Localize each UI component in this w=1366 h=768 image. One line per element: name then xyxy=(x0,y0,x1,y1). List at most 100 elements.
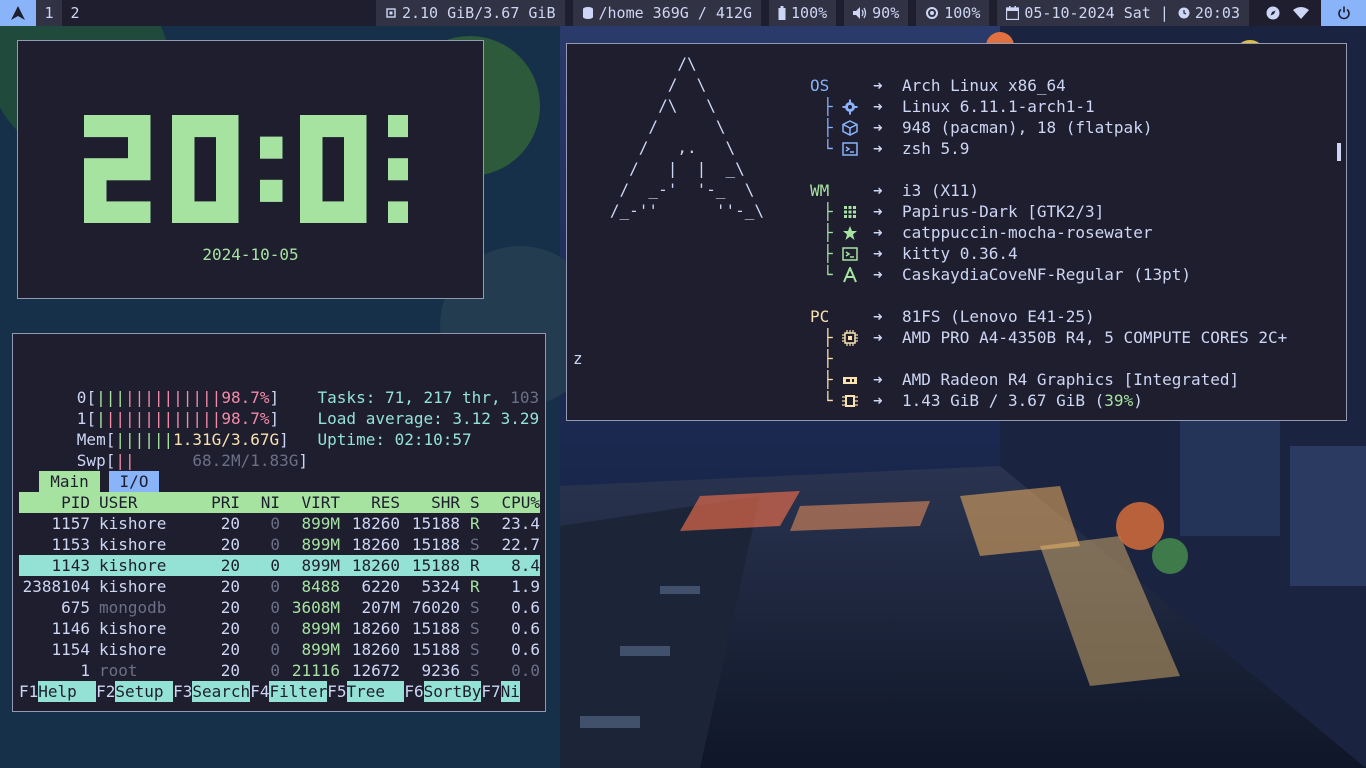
cell-virt: 899M xyxy=(301,535,340,554)
column-header[interactable]: S xyxy=(470,492,480,513)
cell-cpu: 8.4 xyxy=(511,556,540,575)
column-header[interactable]: VIRT xyxy=(280,492,340,513)
table-row[interactable]: 2388104 kishore 20 0 8488 6220 5324 R 1.9 xyxy=(19,576,540,597)
cell-pri: 20 xyxy=(220,514,240,533)
brightness-module[interactable]: 100% xyxy=(916,0,990,26)
shell-prompt: z xyxy=(573,349,583,368)
info-value: catppuccin-mocha-rosewater xyxy=(902,223,1153,242)
fkey-tree-button[interactable]: Tree xyxy=(346,681,405,702)
table-row[interactable]: 1 root 20 0 21116 12672 9236 S 0.0 xyxy=(19,660,540,681)
clock-digit-block xyxy=(106,201,129,223)
power-button[interactable] xyxy=(1321,0,1366,26)
cell-res: 18260 xyxy=(351,514,400,533)
battery-module[interactable]: 100% xyxy=(769,0,837,26)
fkey-help-button[interactable]: Help xyxy=(38,681,97,702)
top-bar: 1 2 2.10 GiB/3.67 GiB /home 369G / 412G … xyxy=(0,0,1366,26)
cell-shr: 15188 xyxy=(411,640,460,659)
tab-io[interactable]: I/O xyxy=(109,471,159,492)
fkey-ni-button[interactable]: Ni xyxy=(500,681,520,702)
cell-s: S xyxy=(470,535,480,554)
table-row[interactable]: 1153 kishore 20 0 899M 18260 15188 S 22.7 xyxy=(19,534,540,555)
fkey-filter-button[interactable]: Filter xyxy=(269,681,328,702)
cell-pri: 20 xyxy=(220,556,240,575)
cell-user: mongodb xyxy=(99,598,167,617)
fastfetch-terminal[interactable]: /\ / \ /\ \ / \ / ,. \ / | | _\ / _-' '-… xyxy=(566,43,1347,421)
arrow-icon: ➜ xyxy=(873,223,883,242)
clock-digit-block xyxy=(300,158,323,181)
gpu-icon xyxy=(842,372,858,388)
disk-module[interactable]: /home 369G / 412G xyxy=(572,0,762,26)
wifi-icon[interactable] xyxy=(1287,0,1315,26)
htop-terminal[interactable]: 0[|||||||||||||98.7%] Tasks: 71, 217 thr… xyxy=(12,333,546,712)
column-header[interactable]: PID xyxy=(19,492,90,513)
clock-digit-block xyxy=(344,115,367,138)
clock-window[interactable]: 2024-10-05 xyxy=(17,40,484,299)
datetime-module[interactable]: 05-10-2024 Sat | 20:03 xyxy=(997,0,1249,26)
table-row[interactable]: 1146 kishore 20 0 899M 18260 15188 S 0.6 xyxy=(19,618,540,639)
clock-digit-block xyxy=(128,201,151,223)
cell-res: 18260 xyxy=(351,619,400,638)
cell-pri: 20 xyxy=(220,577,240,596)
cell-user: kishore xyxy=(99,535,167,554)
grid-icon xyxy=(842,204,858,220)
clock-digit-block xyxy=(216,179,239,202)
fkey-number: F3 xyxy=(173,682,193,701)
column-header[interactable]: PRI xyxy=(210,492,240,513)
tree-branch: └ xyxy=(823,391,833,410)
cell-ni: 0 xyxy=(270,598,280,617)
column-header[interactable]: CPU% xyxy=(480,492,540,513)
fkey-sortby-button[interactable]: SortBy xyxy=(423,681,482,702)
cpu-icon xyxy=(842,330,858,346)
tree-branch: ├ xyxy=(823,202,833,221)
column-header[interactable]: SHR xyxy=(400,492,460,513)
cell-ni: 0 xyxy=(270,640,280,659)
table-row[interactable]: 1143 kishore 20 0 899M 18260 15188 R 8.4 xyxy=(19,555,540,576)
table-row[interactable]: 1157 kishore 20 0 899M 18260 15188 R 23.4 xyxy=(19,513,540,534)
clock-digit-block xyxy=(84,158,107,181)
cell-pid: 1153 xyxy=(51,535,90,554)
cell-shr: 15188 xyxy=(411,619,460,638)
info-value: i3 (X11) xyxy=(902,181,980,200)
table-row[interactable]: 675 mongodb 20 0 3608M 207M 76020 S 0.6 xyxy=(19,597,540,618)
cell-ni: 0 xyxy=(270,619,280,638)
power-icon xyxy=(1337,6,1350,20)
clock-digit-block xyxy=(106,115,129,138)
arrow-icon: ➜ xyxy=(873,265,883,284)
tree-branch: ├ xyxy=(823,328,833,347)
info-section-key: OS xyxy=(810,76,830,95)
time-value: 20:03 xyxy=(1194,4,1240,22)
info-value: Papirus-Dark [GTK2/3] xyxy=(902,202,1105,221)
clock-digit-block xyxy=(106,158,129,181)
cell-ni: 0 xyxy=(270,556,280,575)
cell-user: kishore xyxy=(99,640,167,659)
cell-shr: 76020 xyxy=(411,598,460,617)
fkey-search-button[interactable]: Search xyxy=(192,681,251,702)
fkey-setup-button[interactable]: Setup xyxy=(115,681,174,702)
column-header[interactable]: RES xyxy=(340,492,400,513)
arrow-icon: ➜ xyxy=(873,391,883,410)
cell-res: 18260 xyxy=(351,556,400,575)
clock-digit-block xyxy=(172,158,195,181)
cell-user: kishore xyxy=(99,577,167,596)
table-row[interactable]: 1154 kishore 20 0 899M 18260 15188 S 0.6 xyxy=(19,639,540,660)
cell-virt: 899M xyxy=(301,514,340,533)
workspace-1[interactable]: 1 xyxy=(36,0,62,26)
clock-digit-block xyxy=(84,201,107,223)
cell-pri: 20 xyxy=(220,619,240,638)
memory-module[interactable]: 2.10 GiB/3.67 GiB xyxy=(375,0,565,26)
workspace-2[interactable]: 2 xyxy=(62,0,88,26)
tab-main[interactable]: Main xyxy=(39,471,100,492)
load-meter: Load average: 3.12 3.29 xyxy=(317,409,540,428)
compass-icon[interactable] xyxy=(1259,0,1287,26)
terminal-icon xyxy=(842,246,858,262)
volume-module[interactable]: 90% xyxy=(844,0,909,26)
arch-logo-icon[interactable] xyxy=(0,0,36,26)
clock-digit-block xyxy=(216,201,239,223)
column-header[interactable]: NI xyxy=(250,492,280,513)
column-header[interactable]: USER xyxy=(99,492,138,513)
clock-digit-block xyxy=(388,115,408,138)
cell-cpu: 22.7 xyxy=(501,535,540,554)
cell-s: S xyxy=(470,640,480,659)
battery-value: 100% xyxy=(791,4,828,22)
swp-meter: Swp[|| 68.2M/1.83G] xyxy=(76,451,309,470)
